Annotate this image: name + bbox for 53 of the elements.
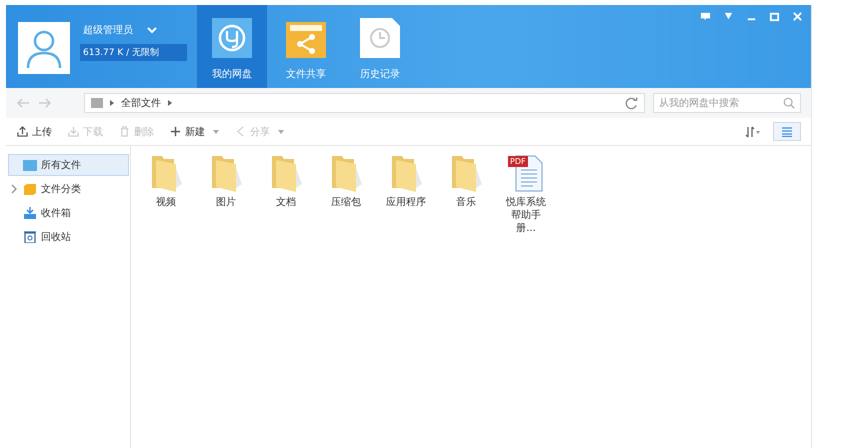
- breadcrumb-item[interactable]: 全部文件: [121, 96, 161, 110]
- maximize-icon[interactable]: [769, 11, 780, 22]
- file-item[interactable]: 图片: [196, 154, 256, 209]
- upload-icon: [17, 126, 28, 137]
- close-icon[interactable]: [792, 11, 803, 22]
- chevron-icon: [110, 100, 114, 106]
- disk-logo-icon: [212, 18, 252, 58]
- chevron-icon: [168, 100, 172, 106]
- sidebar-item[interactable]: 收件箱: [8, 202, 129, 224]
- file-name: 图片: [215, 196, 237, 209]
- dropdown-icon[interactable]: [723, 11, 734, 22]
- sort-button[interactable]: [743, 124, 763, 140]
- file-name: 文档: [275, 196, 297, 209]
- search-field[interactable]: 从我的网盘中搜索: [653, 93, 801, 113]
- file-name: 应用程序: [385, 196, 427, 209]
- file-item[interactable]: 压缩包: [316, 154, 376, 209]
- cube-icon: [23, 183, 37, 195]
- file-name: 视频: [155, 196, 177, 209]
- file-name: 悦库系统帮助手册...: [504, 196, 547, 235]
- nav-tab[interactable]: 我的网盘: [197, 5, 267, 88]
- avatar-icon: [18, 22, 70, 74]
- expand-icon[interactable]: [11, 184, 17, 194]
- inbox-icon: [23, 207, 37, 219]
- sidebar-item[interactable]: 回收站: [8, 226, 129, 248]
- toolbar-button[interactable]: 上传: [14, 122, 55, 140]
- toolbar-button[interactable]: 新建: [167, 122, 222, 140]
- plus-icon: [170, 126, 181, 137]
- trash-icon: [23, 231, 37, 243]
- address-field[interactable]: 全部文件: [84, 93, 645, 113]
- message-icon[interactable]: [700, 11, 711, 22]
- sort-icon: [745, 126, 761, 138]
- sidebar-item[interactable]: 文件分类: [8, 178, 129, 200]
- clock-document-icon: [360, 18, 400, 58]
- trash-icon: [119, 126, 130, 137]
- file-item[interactable]: 音乐: [436, 154, 496, 209]
- file-item[interactable]: 应用程序: [376, 154, 436, 209]
- refresh-icon[interactable]: [625, 96, 638, 110]
- file-name: 音乐: [455, 196, 477, 209]
- file-type-label: PDF: [508, 156, 528, 167]
- list-icon: [781, 126, 793, 136]
- back-icon[interactable]: [16, 97, 30, 109]
- forward-icon[interactable]: [38, 97, 52, 109]
- file-item[interactable]: PDF 悦库系统帮助手册...: [496, 154, 556, 235]
- search-icon[interactable]: [783, 97, 795, 109]
- quota-bar: 613.77 K / 无限制: [80, 44, 187, 61]
- download-icon: [68, 126, 79, 137]
- sidebar-item[interactable]: 所有文件: [8, 154, 129, 176]
- list-view-button[interactable]: [773, 122, 801, 141]
- file-item[interactable]: 视频: [136, 154, 196, 209]
- caret-icon[interactable]: [147, 26, 157, 34]
- file-name: 压缩包: [330, 196, 362, 209]
- file-item[interactable]: 文档: [256, 154, 316, 209]
- share-icon: [235, 126, 246, 137]
